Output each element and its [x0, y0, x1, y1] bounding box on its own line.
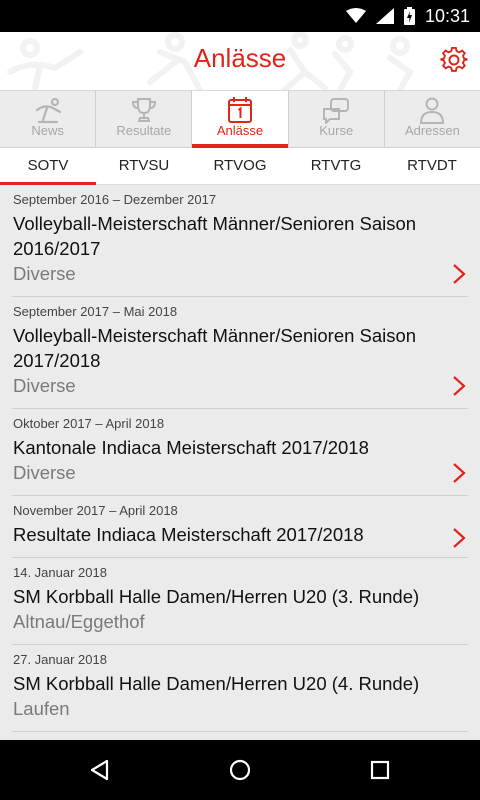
tab-resultate-label: Resultate — [116, 123, 172, 138]
status-icons: 10:31 — [345, 0, 470, 32]
person-icon — [420, 97, 445, 124]
event-title: SM Korbball Halle Damen/Herren U20 (4. R… — [13, 673, 420, 694]
list-item[interactable]: 14. Januar 2018 SM Korbball Halle Damen/… — [12, 558, 468, 645]
tab-anlaesse-label: Anlässe — [216, 123, 264, 138]
event-date: November 2017 – April 2018 — [13, 503, 178, 518]
event-location: Diverse — [13, 263, 76, 284]
chevron-right-icon[interactable] — [452, 462, 466, 484]
tab-news-label: News — [31, 123, 64, 138]
event-date: Oktober 2017 – April 2018 — [13, 416, 165, 431]
list-item[interactable]: November 2017 – April 2018 Resultate Ind… — [12, 496, 468, 558]
chevron-right-icon[interactable] — [452, 263, 466, 285]
event-title: Resultate Indiaca Meisterschaft 2017/201… — [13, 524, 364, 545]
tab-anlaesse[interactable]: Anlässe — [192, 91, 289, 148]
tab-kurse-label: Kurse — [319, 123, 354, 138]
event-date: 14. Januar 2018 — [13, 565, 107, 580]
gymnast-icon — [35, 97, 61, 124]
signal-icon — [375, 8, 394, 24]
list-item[interactable]: 27. Januar 2018 SM Korbball Halle Damen/… — [12, 645, 468, 732]
event-location: Altnau/Eggethof — [13, 611, 145, 632]
event-list: September 2016 – Dezember 2017 Volleybal… — [0, 185, 480, 740]
status-bar: 10:31 — [0, 0, 480, 32]
subtab-rtvog[interactable]: RTVOG — [192, 148, 288, 184]
calendar-icon — [228, 97, 252, 123]
event-title: Volleyball-Meisterschaft Männer/Senioren… — [13, 325, 417, 371]
event-title: SM Korbball Halle Damen/Herren U20 (3. R… — [13, 586, 420, 607]
association-tabs: SOTV RTVSU RTVOG RTVTG RTVDT — [0, 148, 480, 185]
gear-icon[interactable] — [440, 46, 468, 74]
chat-icon — [323, 98, 350, 124]
subtab-sotv[interactable]: SOTV — [0, 148, 96, 185]
recents-icon[interactable] — [368, 758, 392, 782]
event-title: Volleyball-Meisterschaft Männer/Senioren… — [13, 213, 417, 259]
chevron-right-icon[interactable] — [452, 375, 466, 397]
tab-adressen-label: Adressen — [404, 123, 460, 138]
list-item[interactable]: September 2016 – Dezember 2017 Volleybal… — [12, 185, 468, 297]
event-title: Kantonale Indiaca Meisterschaft 2017/201… — [13, 437, 369, 458]
back-icon[interactable] — [88, 758, 112, 782]
tab-kurse[interactable]: Kurse — [289, 91, 385, 147]
home-icon[interactable] — [228, 758, 252, 782]
battery-icon — [403, 7, 415, 25]
subtab-rtvtg[interactable]: RTVTG — [288, 148, 384, 184]
subtab-rtvdt[interactable]: RTVDT — [384, 148, 480, 184]
event-location: Laufen — [13, 698, 70, 719]
event-location: Diverse — [13, 375, 76, 396]
page-title: Anlässe — [193, 43, 287, 73]
tab-adressen[interactable]: Adressen — [385, 91, 480, 147]
trophy-icon — [131, 98, 156, 122]
clock: 10:31 — [424, 5, 470, 26]
main-tabs: News Resultate Anlässe Kurse Adressen — [0, 90, 480, 148]
event-location: Diverse — [13, 462, 76, 483]
list-item[interactable]: Oktober 2017 – April 2018 Kantonale Indi… — [12, 409, 468, 496]
tab-news[interactable]: News — [0, 91, 97, 147]
event-date: 27. Januar 2018 — [13, 652, 107, 667]
app-bar: Anlässe — [0, 32, 480, 90]
event-date: September 2016 – Dezember 2017 — [13, 192, 217, 207]
wifi-icon — [345, 8, 366, 23]
list-item[interactable]: September 2017 – Mai 2018 Volleyball-Mei… — [12, 297, 468, 409]
event-date: September 2017 – Mai 2018 — [13, 304, 178, 319]
navigation-bar — [0, 740, 480, 800]
chevron-right-icon[interactable] — [452, 527, 466, 549]
tab-resultate[interactable]: Resultate — [96, 91, 193, 147]
subtab-rtvsu[interactable]: RTVSU — [96, 148, 192, 184]
